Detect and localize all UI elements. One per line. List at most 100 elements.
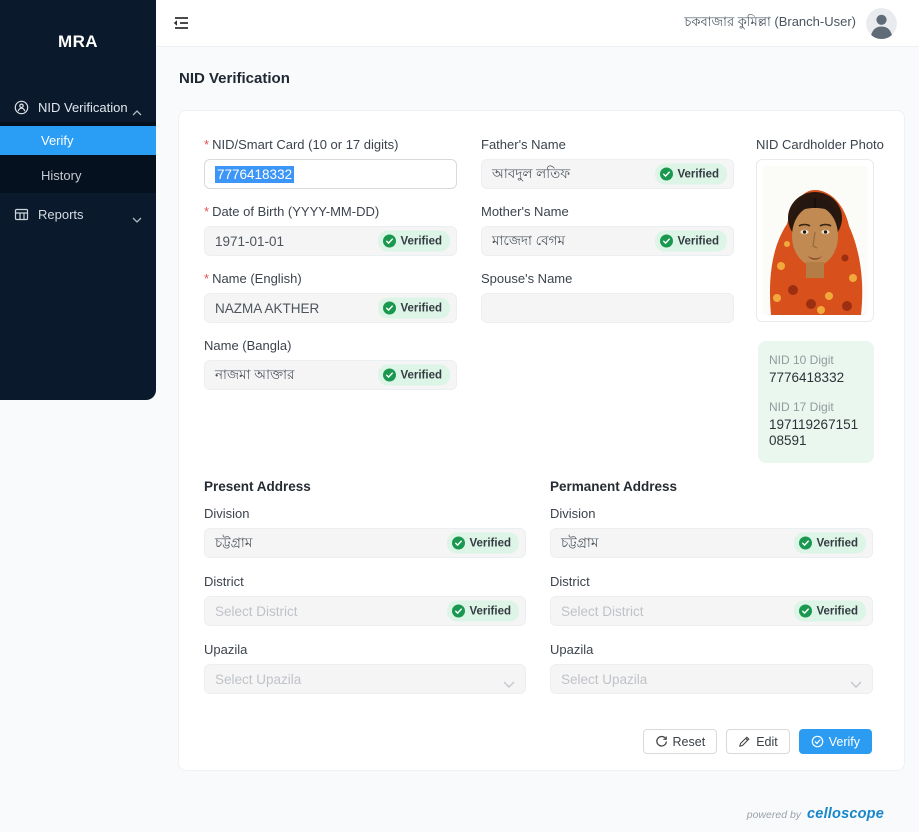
avatar[interactable] (866, 7, 897, 39)
upazila-label: Upazila (550, 642, 594, 657)
check-circle-icon (799, 536, 813, 550)
check-circle-icon (383, 234, 397, 248)
nid-10-label: NID 10 Digit (769, 353, 834, 367)
sidebar-item-verify[interactable]: Verify (0, 126, 156, 155)
sidebar-submenu: Verify History (0, 122, 156, 193)
reload-icon (655, 735, 667, 747)
permanent-upazila-field: Upazila Select Upazila (550, 642, 873, 694)
district-label: District (550, 574, 590, 589)
chevron-down-icon (850, 676, 862, 688)
sidebar-item-history[interactable]: History (0, 161, 156, 190)
footer: powered by celloscope (747, 806, 884, 822)
chevron-down-icon (132, 211, 142, 223)
field-name-en: * Name (English) NAZMA AKTHER Verified (204, 271, 457, 323)
verified-badge: Verified (447, 600, 519, 622)
father-input[interactable]: আবদুল লতিফ Verified (481, 159, 734, 189)
upazila-placeholder: Select Upazila (215, 671, 302, 687)
field-nid: * NID/Smart Card (10 or 17 digits) 777641… (204, 137, 457, 189)
verified-badge: Verified (794, 532, 866, 554)
sidebar: MRA NID Verification Verify History Repo… (0, 0, 156, 400)
menu-fold-icon[interactable] (172, 14, 191, 32)
page-title: NID Verification (179, 70, 290, 87)
check-circle-icon (811, 735, 824, 748)
verified-badge: Verified (655, 230, 727, 252)
top-header: চকবাজার কুমিল্লা (Branch-User) (156, 0, 919, 47)
check-circle-icon (452, 604, 466, 618)
permanent-address-title: Permanent Address (550, 479, 678, 494)
app-logo: MRA (58, 32, 98, 51)
user-name: চকবাজার কুমিল্লা (Branch-User) (684, 13, 856, 29)
present-upazila-select[interactable]: Select Upazila (204, 664, 526, 694)
present-division-field: Division চট্টগ্রাম Verified (204, 506, 526, 558)
verify-button[interactable]: Verify (798, 729, 872, 754)
powered-by-text: powered by (746, 809, 802, 821)
nid-10-group: NID 10 Digit 7776418332 (769, 353, 864, 386)
name-en-input[interactable]: NAZMA AKTHER Verified (204, 293, 457, 323)
app-root: MRA NID Verification Verify History Repo… (0, 0, 919, 832)
form-column-3: NID Cardholder Photo (756, 137, 884, 322)
dob-input[interactable]: 1971-01-01 Verified (204, 226, 457, 256)
mother-label: Mother's Name (481, 204, 569, 219)
verified-badge: Verified (378, 297, 450, 319)
district-placeholder: Select District (561, 603, 644, 619)
form-actions: Reset Edit Verify (642, 729, 872, 754)
present-division-input[interactable]: চট্টগ্রাম Verified (204, 528, 526, 558)
verified-badge: Verified (655, 163, 727, 185)
spouse-label: Spouse's Name (481, 271, 573, 286)
field-father: Father's Name আবদুল লতিফ Verified (481, 137, 734, 189)
verified-badge: Verified (447, 532, 519, 554)
name-bn-input[interactable]: নাজমা আক্তার Verified (204, 360, 457, 390)
photo-label: NID Cardholder Photo (756, 137, 884, 152)
field-name-bn: Name (Bangla) নাজমা আক্তার Verified (204, 338, 457, 390)
permanent-district-field: District Select District Verified (550, 574, 873, 626)
name-bn-label: Name (Bangla) (204, 338, 292, 353)
permanent-division-input[interactable]: চট্টগ্রাম Verified (550, 528, 873, 558)
field-mother: Mother's Name মাজেদা বেগম Verified (481, 204, 734, 256)
present-address-section: Present Address Division চট্টগ্রাম Verif… (204, 479, 526, 710)
name-en-label: * Name (English) (204, 271, 302, 286)
present-address-title: Present Address (204, 479, 311, 494)
permanent-district-select[interactable]: Select District Verified (550, 596, 873, 626)
nid-digits-panel: NID 10 Digit 7776418332 NID 17 Digit 197… (758, 341, 874, 463)
verified-badge: Verified (794, 600, 866, 622)
form-column-1: * NID/Smart Card (10 or 17 digits) 777641… (204, 137, 457, 405)
check-circle-icon (383, 301, 397, 315)
edit-button[interactable]: Edit (726, 729, 790, 754)
nid-cardholder-photo (756, 159, 874, 322)
nid-input[interactable]: 7776418332 (204, 159, 457, 189)
division-value: চট্টগ্রাম (561, 534, 599, 550)
reset-button[interactable]: Reset (642, 729, 718, 754)
sidebar-item-reports[interactable]: Reports (0, 199, 156, 229)
sidebar-item-label: Reports (38, 206, 84, 222)
user-menu[interactable]: চকবাজার কুমিল্লা (Branch-User) (684, 7, 897, 39)
permanent-upazila-select[interactable]: Select Upazila (550, 664, 873, 694)
upazila-label: Upazila (204, 642, 248, 657)
sidebar-menu: NID Verification Verify History Reports (0, 92, 156, 229)
present-district-field: District Select District Verified (204, 574, 526, 626)
check-circle-icon (383, 368, 397, 382)
upazila-placeholder: Select Upazila (561, 671, 648, 687)
spouse-input[interactable] (481, 293, 734, 323)
sidebar-item-nid-verification[interactable]: NID Verification (0, 92, 156, 122)
verified-badge: Verified (378, 230, 450, 252)
dob-label: * Date of Birth (YYYY-MM-DD) (204, 204, 380, 219)
celloscope-logo: celloscope (807, 806, 884, 822)
check-circle-icon (799, 604, 813, 618)
nid-label: * NID/Smart Card (10 or 17 digits) (204, 137, 399, 152)
district-label: District (204, 574, 244, 589)
check-circle-icon (660, 234, 674, 248)
portrait-photo-illustration (763, 166, 867, 315)
check-circle-icon (452, 536, 466, 550)
division-label: Division (550, 506, 596, 521)
check-circle-icon (660, 167, 674, 181)
dob-value: 1971-01-01 (215, 233, 285, 249)
table-icon (14, 207, 29, 222)
sidebar-item-label: NID Verification (38, 99, 128, 115)
id-badge-icon (14, 100, 29, 115)
nid-17-label: NID 17 Digit (769, 400, 834, 414)
present-district-select[interactable]: Select District Verified (204, 596, 526, 626)
chevron-down-icon (503, 676, 515, 688)
mother-value: মাজেদা বেগম (492, 232, 566, 248)
present-upazila-field: Upazila Select Upazila (204, 642, 526, 694)
mother-input[interactable]: মাজেদা বেগম Verified (481, 226, 734, 256)
